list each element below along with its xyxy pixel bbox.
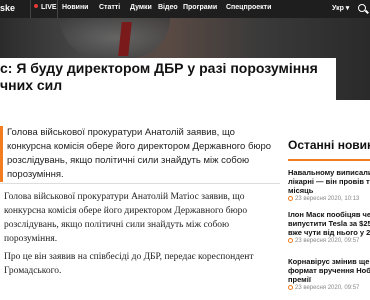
nav-divider: [57, 0, 58, 18]
search-icon[interactable]: [358, 4, 366, 12]
article-title-line-1: с: Я буду директором ДБР у разі порозумі…: [0, 60, 318, 76]
news-item[interactable]: Ілон Маск пообіцяв че випустити Tesla за…: [288, 210, 370, 244]
article-title: с: Я буду директором ДБР у разі порозумі…: [0, 60, 336, 94]
news-item[interactable]: Навальному виписали лікарні — він провів…: [288, 168, 370, 202]
news-date-text: 23 вересня 2020, 10:13: [295, 196, 360, 202]
nav-item-articles[interactable]: Статті: [99, 4, 120, 11]
clock-icon: [288, 196, 293, 201]
news-title-line: Ілон Маск пообіцяв че: [288, 210, 370, 219]
news-item-title: Навальному виписали лікарні — він провів…: [288, 168, 370, 195]
live-dot-icon: [34, 4, 38, 8]
hero-photo-shadow: [60, 18, 170, 58]
nav-item-opinions[interactable]: Думки: [130, 4, 152, 11]
clock-icon: [288, 285, 293, 290]
nav-item-programs[interactable]: Програми: [183, 4, 217, 11]
language-selector[interactable]: Укр ▾: [332, 4, 349, 12]
news-title-line: формат вручення Нобе: [288, 266, 370, 275]
latest-news-sidebar: Останні новини Навальному виписали лікар…: [288, 126, 370, 300]
live-link[interactable]: LIVE: [34, 4, 57, 11]
news-title-line: Корнавірус змінив ще: [288, 257, 370, 266]
news-item-date: 23 вересня 2020, 10:13: [288, 196, 370, 202]
news-title-line: вже чути від нього у 20: [288, 228, 370, 237]
news-title-line: місяць: [288, 186, 314, 195]
article-paragraph: Про це він заявив на співбесіді до ДБР, …: [4, 252, 254, 276]
news-title-line: Навальному виписали: [288, 168, 370, 177]
news-item-date: 23 вересня 2020, 09:57: [288, 285, 370, 291]
site-logo[interactable]: ske: [0, 3, 15, 13]
latest-news-underline: [288, 159, 370, 161]
article-paragraph: Голова військової прокуратури Анатолій М…: [4, 192, 248, 244]
nav-item-news[interactable]: Новини: [62, 4, 88, 11]
news-item-title: Корнавірус змінив ще формат вручення Ноб…: [288, 257, 370, 284]
news-title-line: випустити Tesla за $25: [288, 219, 370, 228]
article-hero-image: с: Я буду директором ДБР у разі порозумі…: [0, 18, 370, 100]
top-navigation-bar: ske LIVE Новини Статті Думки Відео Прогр…: [0, 0, 370, 18]
news-date-text: 23 вересня 2020, 09:57: [295, 285, 360, 291]
news-date-text: 23 вересня 2020, 09:57: [295, 238, 360, 244]
news-item-title: Ілон Маск пообіцяв че випустити Tesla за…: [288, 210, 370, 237]
article-lead: Голова військової прокуратури Анатолій з…: [0, 126, 278, 182]
news-title-line: премії: [288, 275, 311, 284]
article-title-line-2: чних сил: [0, 77, 63, 93]
lead-divider: [0, 183, 280, 184]
nav-divider: [30, 0, 31, 18]
latest-news-title: Останні новини: [288, 138, 370, 152]
clock-icon: [288, 238, 293, 243]
news-title-line: лікарні — він провів т: [288, 177, 370, 186]
news-item[interactable]: Корнавірус змінив ще формат вручення Ноб…: [288, 257, 370, 291]
nav-item-special-projects[interactable]: Спецпроекти: [226, 4, 271, 11]
nav-item-video[interactable]: Відео: [158, 4, 178, 11]
live-label: LIVE: [41, 4, 57, 11]
news-item-date: 23 вересня 2020, 09:57: [288, 238, 370, 244]
